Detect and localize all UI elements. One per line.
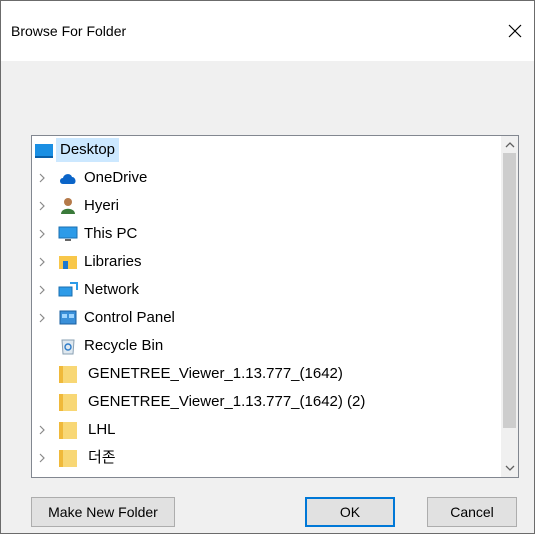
control-panel-icon — [58, 308, 78, 328]
tree-item-this-pc[interactable]: This PC — [32, 220, 502, 248]
user-icon — [58, 196, 78, 216]
tree-item-label: 더존 — [88, 449, 116, 466]
folder-icon — [58, 420, 78, 440]
tree-item-label: This PC — [84, 225, 138, 242]
tree-item-label: Hyeri — [84, 197, 120, 214]
folder-icon — [58, 448, 78, 468]
tree-item-control-panel[interactable]: Control Panel — [32, 304, 502, 332]
tree-item-recycle-bin[interactable]: Recycle Bin — [32, 332, 502, 360]
libraries-icon — [58, 252, 78, 272]
title-bar: Browse For Folder — [1, 1, 534, 61]
folder-tree[interactable]: Desktop OneDrive Hyeri This PC Libraries… — [31, 135, 519, 478]
folder-icon — [58, 392, 78, 412]
tree-item-desktop[interactable]: Desktop — [32, 136, 502, 164]
tree-item-onedrive[interactable]: OneDrive — [32, 164, 502, 192]
tree-item-folder[interactable]: GENETREE_Viewer_1.13.777_(1642) — [32, 360, 502, 388]
ok-button[interactable]: OK — [305, 497, 395, 527]
tree-item-label: GENETREE_Viewer_1.13.777_(1642) — [88, 365, 343, 382]
chevron-right-icon[interactable] — [36, 312, 48, 324]
chevron-right-icon[interactable] — [36, 284, 48, 296]
dialog-title: Browse For Folder — [11, 23, 127, 39]
make-new-folder-button[interactable]: Make New Folder — [31, 497, 175, 527]
scroll-thumb[interactable] — [503, 153, 516, 428]
close-button[interactable] — [498, 11, 532, 51]
chevron-down-icon — [505, 465, 514, 471]
recycle-bin-icon — [58, 336, 78, 356]
scroll-up-button[interactable] — [501, 136, 518, 153]
tree-item-label: Recycle Bin — [84, 337, 164, 354]
browse-for-folder-dialog: Browse For Folder Desktop OneDrive Hyeri… — [0, 0, 535, 534]
chevron-right-icon[interactable] — [36, 256, 48, 268]
tree-item-label: Network — [84, 281, 140, 298]
tree-item-label: Libraries — [84, 253, 142, 270]
tree-item-folder[interactable]: GENETREE_Viewer_1.13.777_(1642) (2) — [32, 388, 502, 416]
chevron-right-icon[interactable] — [36, 200, 48, 212]
tree-item-hyeri[interactable]: Hyeri — [32, 192, 502, 220]
monitor-icon — [58, 224, 78, 244]
tree-item-folder-korean[interactable]: 더존 — [32, 444, 502, 472]
tree-item-network[interactable]: Network — [32, 276, 502, 304]
cancel-button[interactable]: Cancel — [427, 497, 517, 527]
cloud-icon — [58, 168, 78, 188]
scroll-down-button[interactable] — [501, 460, 518, 477]
close-icon — [508, 24, 522, 38]
tree-item-label: OneDrive — [84, 169, 148, 186]
chevron-right-icon[interactable] — [36, 228, 48, 240]
tree-item-label: Control Panel — [84, 309, 175, 326]
chevron-right-icon[interactable] — [36, 424, 48, 436]
tree-item-libraries[interactable]: Libraries — [32, 248, 502, 276]
vertical-scrollbar[interactable] — [501, 136, 518, 477]
network-icon — [58, 280, 78, 300]
desktop-icon — [34, 140, 54, 160]
chevron-up-icon — [505, 142, 514, 148]
chevron-right-icon[interactable] — [36, 452, 48, 464]
tree-item-label: Desktop — [56, 138, 120, 162]
tree-item-label: GENETREE_Viewer_1.13.777_(1642) (2) — [88, 393, 366, 410]
tree-item-lhl[interactable]: LHL — [32, 416, 502, 444]
folder-icon — [58, 364, 78, 384]
chevron-right-icon[interactable] — [36, 172, 48, 184]
tree-item-label: LHL — [88, 421, 116, 438]
